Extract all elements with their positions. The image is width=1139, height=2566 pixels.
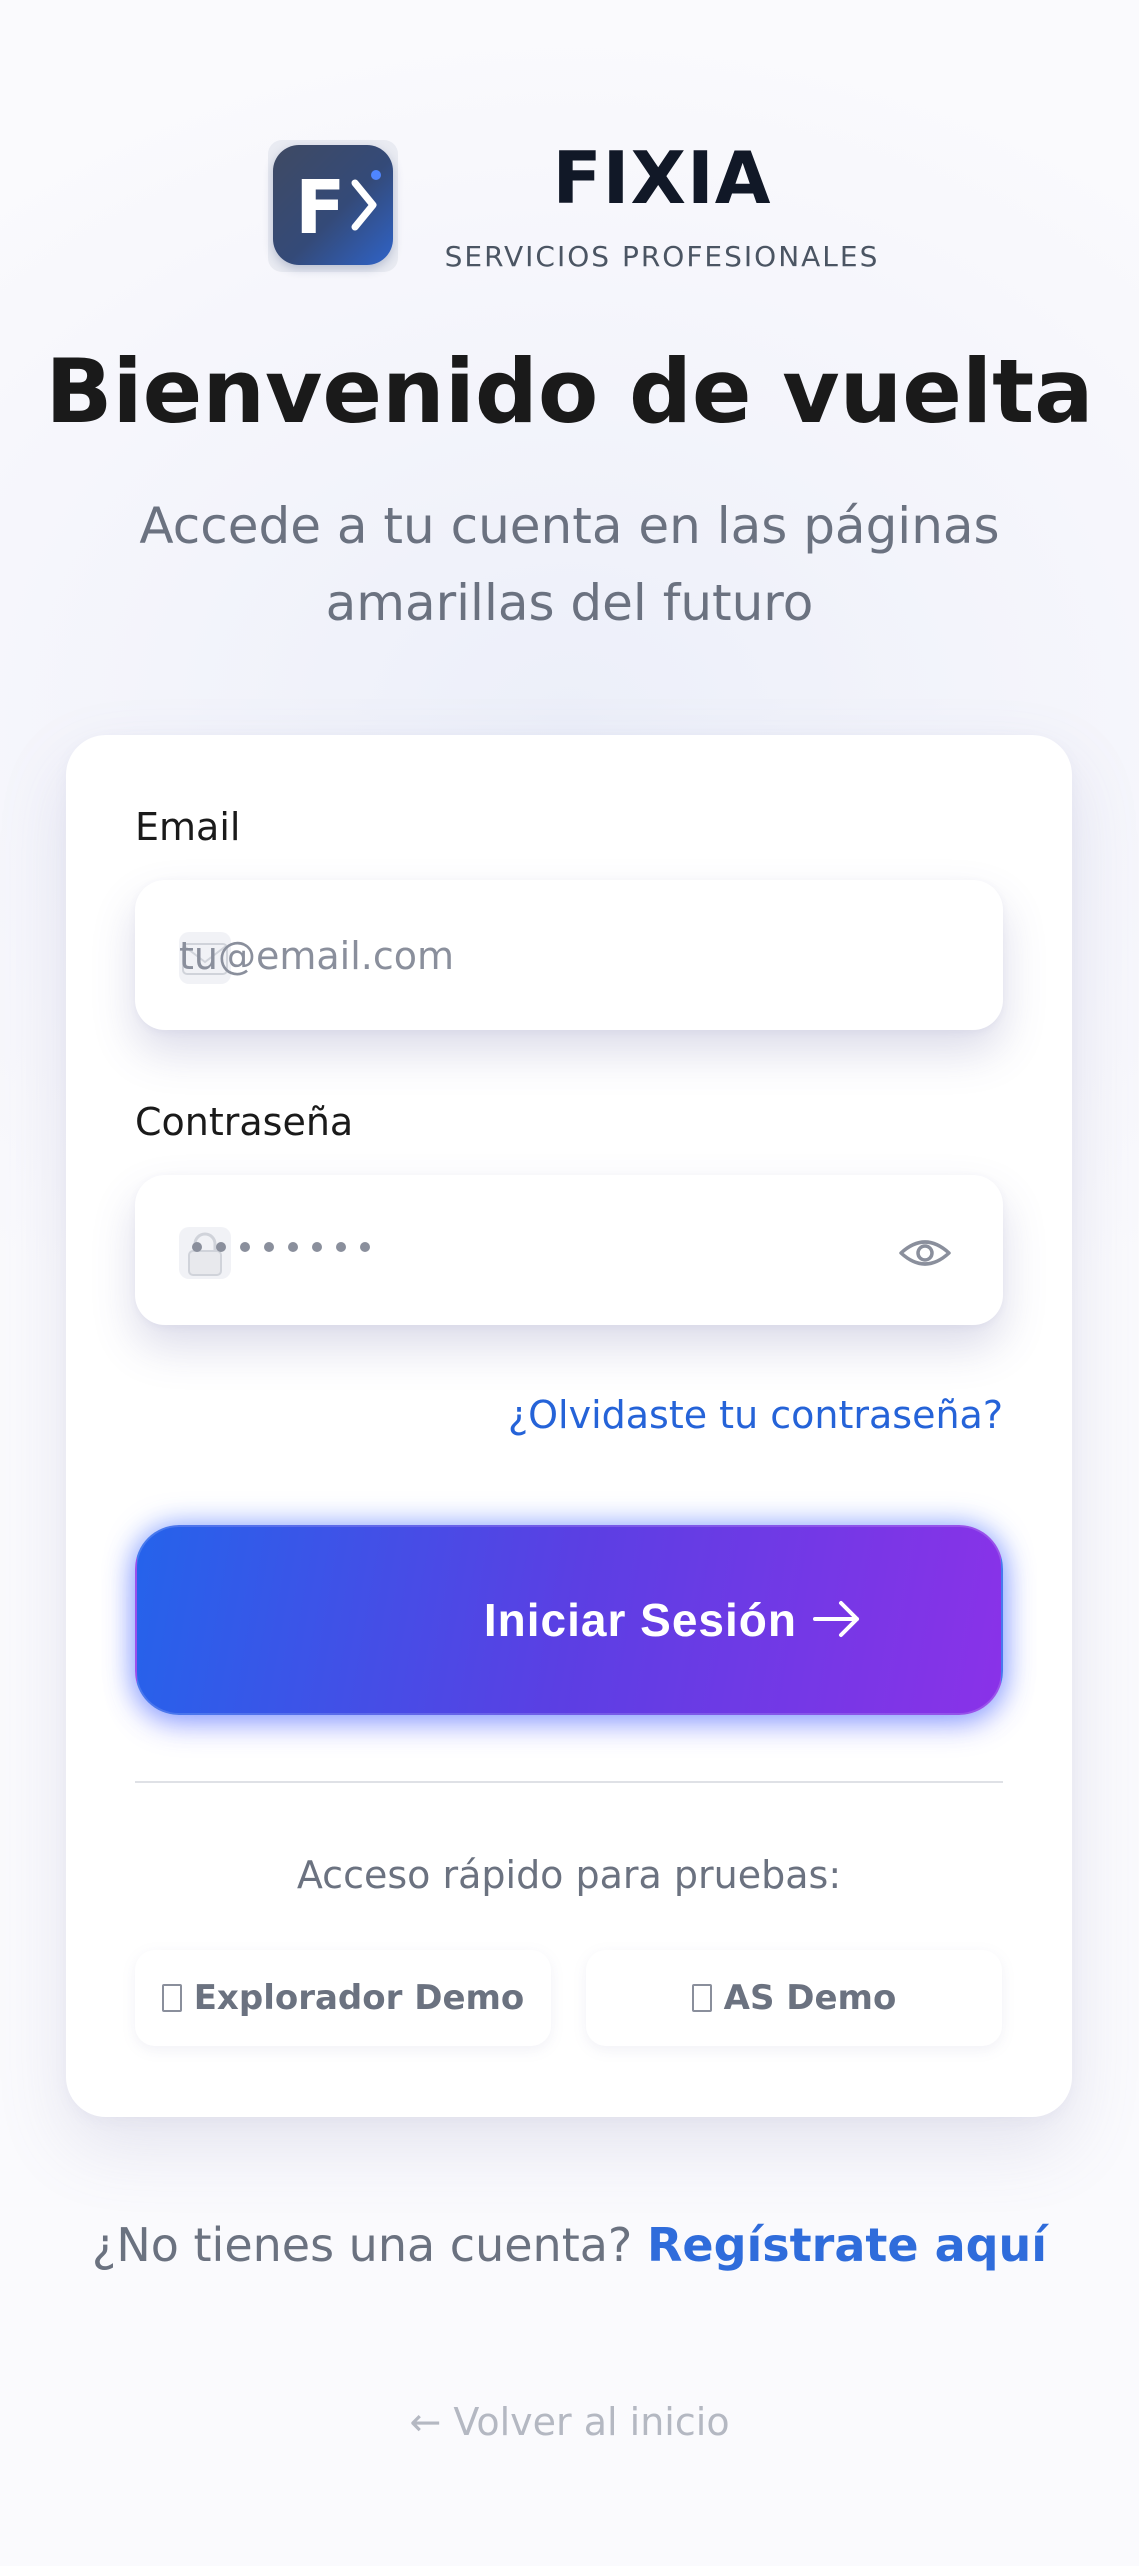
back-to-home-link[interactable]: ← Volver al inicio (0, 2400, 1139, 2444)
password-label: Contraseña (135, 1100, 354, 1144)
signup-link[interactable]: Regístrate aquí (647, 2218, 1047, 2272)
explorer-demo-content: Explorador Demo (135, 1978, 551, 2018)
brand-name: FIXIA (552, 136, 772, 220)
explorer-demo-label: Explorador Demo (193, 1978, 525, 2018)
login-button-label: Iniciar Sesión (483, 1594, 797, 1646)
logo-letter: F (295, 165, 346, 251)
forgot-password-link[interactable]: ¿Olvidaste tu contraseña? (508, 1393, 1003, 1437)
email-input[interactable] (179, 916, 939, 996)
as-demo-icon (691, 1984, 712, 2012)
quick-access-label: Acceso rápido para pruebas: (296, 1853, 842, 1897)
fixia-logo-icon: F (273, 145, 393, 265)
signup-prompt: ¿No tienes una cuenta? Regístrate aquí (0, 2218, 1139, 2272)
signup-prompt-text: ¿No tienes una cuenta? (91, 2218, 633, 2272)
password-input[interactable] (189, 1237, 509, 1257)
divider (135, 1781, 1003, 1783)
login-button[interactable]: Iniciar Sesión (135, 1525, 1003, 1715)
brand-header: F FIXIA SERVICIOS PROFESIONALES (268, 136, 888, 280)
page-subtitle: Accede a tu cuenta en las páginas amaril… (139, 497, 1000, 632)
password-field-wrapper[interactable] (135, 1175, 1003, 1325)
as-demo-button[interactable]: AS Demo (586, 1950, 1002, 2046)
brand-tagline: SERVICIOS PROFESIONALES (444, 240, 880, 273)
as-demo-content: AS Demo (586, 1978, 1002, 2018)
explorer-demo-icon (161, 1984, 182, 2012)
email-field-wrapper (135, 880, 1003, 1030)
page-title: Bienvenido de vuelta (45, 340, 1094, 443)
email-label: Email (135, 805, 241, 849)
login-card: Email Contraseña (66, 735, 1072, 2117)
as-demo-label: AS Demo (723, 1978, 897, 2018)
explorer-demo-button[interactable]: Explorador Demo (135, 1950, 551, 2046)
arrow-right-icon (813, 1601, 859, 1637)
eye-icon[interactable] (895, 1223, 955, 1283)
logo-container: F (268, 140, 398, 272)
